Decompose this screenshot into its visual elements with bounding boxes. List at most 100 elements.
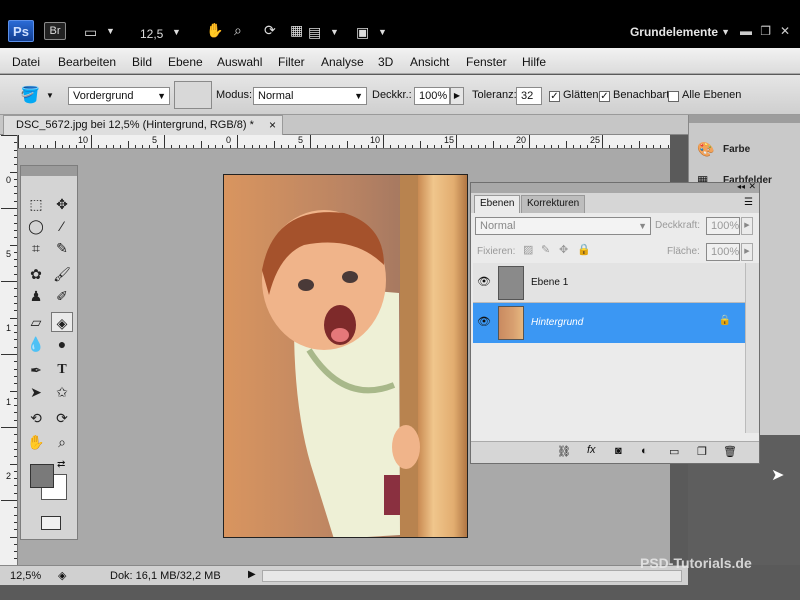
chevron-down-icon[interactable]: ▼ bbox=[330, 27, 339, 37]
alle-ebenen-checkbox[interactable] bbox=[668, 91, 679, 102]
chevron-down-icon[interactable]: ▼ bbox=[106, 26, 115, 36]
quick-mask-icon[interactable] bbox=[41, 516, 61, 530]
eye-icon[interactable]: 👁 bbox=[477, 275, 491, 288]
chevron-down-icon[interactable]: ▼ bbox=[721, 27, 730, 37]
status-arrow-icon[interactable]: ▶ bbox=[248, 569, 256, 580]
lock-pixels-icon[interactable]: ✎ bbox=[541, 243, 550, 256]
vertical-ruler[interactable]: 0 5 1 1 2 bbox=[0, 135, 18, 567]
opacity-input[interactable]: 100% bbox=[706, 217, 740, 235]
menu-auswahl[interactable]: Auswahl bbox=[217, 55, 262, 69]
panel-header[interactable] bbox=[21, 166, 77, 176]
fill-input[interactable]: 100% bbox=[706, 243, 740, 261]
menu-ebene[interactable]: Ebene bbox=[168, 55, 203, 69]
lasso-tool-icon[interactable]: ◯ bbox=[25, 216, 47, 236]
slider-arrow-icon[interactable]: ▶ bbox=[741, 217, 753, 235]
layers-scrollbar[interactable] bbox=[745, 263, 759, 433]
zoom-tool-icon[interactable]: ⌕ bbox=[51, 432, 73, 452]
menu-fenster[interactable]: Fenster bbox=[466, 55, 507, 69]
history-brush-tool-icon[interactable]: ✐ bbox=[51, 286, 73, 306]
close-tab-icon[interactable]: × bbox=[269, 116, 276, 134]
layer-row-hintergrund[interactable]: 👁 Hintergrund 🔒 bbox=[473, 303, 745, 343]
chevron-down-icon[interactable]: ▼ bbox=[378, 27, 387, 37]
fill-source-select[interactable]: Vordergrund ▼ bbox=[68, 87, 170, 105]
lock-position-icon[interactable]: ✥ bbox=[559, 243, 568, 256]
link-layers-icon[interactable]: ⛓ bbox=[557, 445, 571, 458]
menu-hilfe[interactable]: Hilfe bbox=[522, 55, 546, 69]
modus-select[interactable]: Normal ▼ bbox=[253, 87, 367, 105]
pen-tool-icon[interactable]: ✒ bbox=[25, 360, 47, 380]
deckkraft-input[interactable]: 100% bbox=[414, 87, 450, 105]
screen-mode-icon[interactable]: ▣ bbox=[356, 24, 369, 41]
dodge-tool-icon[interactable]: ● bbox=[51, 334, 73, 354]
zoom-level[interactable]: 12,5 bbox=[140, 27, 163, 41]
hand-tool-icon[interactable]: ✋ bbox=[25, 432, 47, 452]
menu-ansicht[interactable]: Ansicht bbox=[410, 55, 449, 69]
marquee-tool-icon[interactable]: ⬚ bbox=[25, 194, 47, 214]
layer-mask-icon[interactable]: ◙ bbox=[615, 445, 622, 457]
menu-bild[interactable]: Bild bbox=[132, 55, 152, 69]
healing-brush-tool-icon[interactable]: ✿ bbox=[25, 264, 47, 284]
move-tool-icon[interactable]: ✥ bbox=[51, 194, 73, 214]
blend-mode-select[interactable]: Normal ▼ bbox=[475, 217, 651, 235]
foreground-color-swatch[interactable] bbox=[30, 464, 54, 488]
chevron-down-icon[interactable]: ▼ bbox=[46, 91, 54, 100]
menu-bearbeiten[interactable]: Bearbeiten bbox=[58, 55, 116, 69]
dock-item-farbe[interactable]: Farbe bbox=[723, 144, 750, 155]
grid-icon[interactable]: ▦ bbox=[290, 22, 303, 39]
tab-korrekturen[interactable]: Korrekturen bbox=[521, 195, 586, 213]
lock-all-icon[interactable]: 🔒 bbox=[577, 243, 591, 256]
film-strip-icon[interactable]: ▭ bbox=[84, 24, 97, 41]
eraser-tool-icon[interactable]: ▱ bbox=[25, 312, 47, 332]
toleranz-input[interactable]: 32 bbox=[516, 87, 542, 105]
workspace-switcher[interactable]: Grundelemente bbox=[630, 25, 718, 39]
menu-analyse[interactable]: Analyse bbox=[321, 55, 364, 69]
eye-icon[interactable]: 👁 bbox=[477, 315, 491, 328]
menu-3d[interactable]: 3D bbox=[378, 55, 393, 69]
zoom-tool-icon[interactable]: ⌕ bbox=[234, 22, 242, 39]
adjustment-layer-icon[interactable]: ◐ bbox=[641, 445, 648, 457]
paint-bucket-tool-icon[interactable]: ◈ bbox=[51, 312, 73, 332]
trash-icon[interactable]: 🗑 bbox=[723, 445, 737, 458]
eyedropper-tool-icon[interactable]: ✎ bbox=[51, 238, 73, 258]
menu-datei[interactable]: Datei bbox=[12, 55, 40, 69]
horizontal-ruler[interactable]: 10 5 0 5 10 15 20 25 bbox=[18, 135, 670, 149]
arrange-documents-icon[interactable]: ▤ bbox=[308, 24, 321, 41]
blur-tool-icon[interactable]: 💧 bbox=[25, 334, 47, 354]
restore-icon[interactable]: ❐ bbox=[760, 24, 771, 38]
rotate-view-icon[interactable]: ⟳ bbox=[264, 22, 276, 39]
custom-shape-tool-icon[interactable]: ✩ bbox=[51, 382, 73, 402]
benachbart-checkbox[interactable]: ✓ bbox=[599, 91, 610, 102]
layer-style-icon[interactable]: fx bbox=[587, 444, 596, 456]
close-icon[interactable]: ✕ bbox=[780, 24, 790, 38]
collapse-icon[interactable]: ◂◂ bbox=[737, 182, 745, 191]
slider-arrow-icon[interactable]: ▶ bbox=[450, 87, 464, 105]
dock-header[interactable] bbox=[689, 115, 800, 123]
glaetten-checkbox[interactable]: ✓ bbox=[549, 91, 560, 102]
layer-row-ebene-1[interactable]: 👁 Ebene 1 bbox=[473, 263, 745, 303]
3d-orbit-tool-icon[interactable]: ⟳ bbox=[51, 408, 73, 428]
path-selection-tool-icon[interactable]: ➤ bbox=[25, 382, 47, 402]
menu-filter[interactable]: Filter bbox=[278, 55, 305, 69]
horizontal-scrollbar[interactable] bbox=[262, 570, 682, 582]
3d-rotate-tool-icon[interactable]: ⟲ bbox=[25, 408, 47, 428]
crop-tool-icon[interactable]: ⌗ bbox=[25, 238, 47, 258]
status-zoom[interactable]: 12,5% bbox=[10, 570, 41, 582]
color-palette-icon[interactable]: 🎨 bbox=[697, 141, 714, 158]
document-image[interactable] bbox=[223, 174, 468, 538]
chevron-down-icon[interactable]: ▼ bbox=[172, 27, 181, 37]
panel-menu-icon[interactable]: ☰ bbox=[744, 197, 753, 208]
panel-header[interactable]: ◂◂ ✕ bbox=[471, 181, 759, 193]
status-options-icon[interactable]: ◈ bbox=[58, 569, 66, 582]
pattern-picker[interactable] bbox=[174, 81, 212, 109]
swap-colors-icon[interactable]: ⇄ bbox=[57, 459, 65, 470]
hand-tool-icon[interactable]: ✋ bbox=[206, 22, 223, 39]
minimize-icon[interactable]: ▬ bbox=[740, 24, 752, 38]
document-tab[interactable]: DSC_5672.jpg bei 12,5% (Hintergrund, RGB… bbox=[3, 115, 283, 135]
magic-wand-tool-icon[interactable]: ⁄ bbox=[51, 216, 73, 236]
type-tool-icon[interactable]: T bbox=[51, 360, 73, 380]
close-icon[interactable]: ✕ bbox=[748, 181, 756, 192]
clone-stamp-tool-icon[interactable]: ♟ bbox=[25, 286, 47, 306]
tab-ebenen[interactable]: Ebenen bbox=[474, 195, 521, 213]
new-group-icon[interactable]: ▭ bbox=[669, 445, 679, 458]
bridge-button[interactable]: Br bbox=[44, 22, 66, 40]
